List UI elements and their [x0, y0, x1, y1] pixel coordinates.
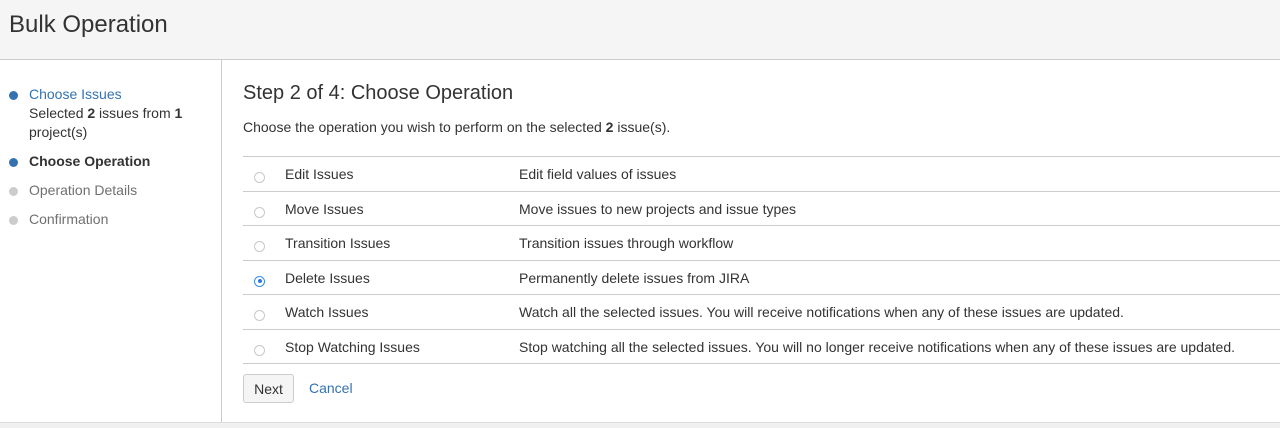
operation-name: Delete Issues	[285, 269, 370, 286]
operation-name: Watch Issues	[285, 304, 369, 320]
operation-row-watch[interactable]: Watch Issues Watch all the selected issu…	[243, 295, 1280, 330]
operation-radio-selected[interactable]	[254, 275, 265, 287]
operation-radio[interactable]	[254, 310, 265, 321]
step-pending-dot-icon	[9, 216, 18, 225]
step-pending-dot-icon	[9, 187, 18, 196]
step-selection-summary: Selected 2 issues from 1 project(s)	[29, 105, 183, 140]
page-title: Bulk Operation	[9, 11, 168, 38]
operation-name: Edit Issues	[285, 166, 354, 182]
operation-radio[interactable]	[254, 241, 265, 252]
operation-row-edit[interactable]: Edit Issues Edit field values of issues	[243, 157, 1280, 192]
next-button[interactable]: Next	[243, 374, 294, 403]
page-header: Bulk Operation	[0, 0, 1280, 60]
step-choose-operation-label: Choose Operation	[29, 153, 151, 169]
step-operation-details-label: Operation Details	[29, 182, 138, 198]
operation-description: Transition issues through workflow	[519, 235, 734, 251]
operation-row-delete[interactable]: Delete Issues Permanently delete issues …	[243, 261, 1280, 295]
cancel-link[interactable]: Cancel	[309, 380, 353, 396]
main-content: Step 2 of 4: Choose Operation Choose the…	[223, 60, 1280, 422]
operation-row-move[interactable]: Move Issues Move issues to new projects …	[243, 192, 1280, 226]
operations-table: Edit Issues Edit field values of issues …	[243, 156, 1280, 364]
operation-description: Move issues to new projects and issue ty…	[519, 200, 797, 217]
operation-name: Transition Issues	[285, 235, 391, 251]
wizard-steps-sidebar: Choose Issues Selected 2 issues from 1 p…	[0, 60, 222, 422]
operation-description: Edit field values of issues	[519, 166, 677, 182]
operation-name: Move Issues	[285, 200, 364, 217]
operation-row-transition[interactable]: Transition Issues Transition issues thro…	[243, 226, 1280, 261]
operation-description: Permanently delete issues from JIRA	[519, 269, 750, 286]
operation-name: Stop Watching Issues	[285, 338, 420, 355]
operation-row-stop-watching[interactable]: Stop Watching Issues Stop watching all t…	[243, 330, 1280, 364]
operation-radio[interactable]	[254, 172, 265, 183]
operation-description: Watch all the selected issues. You will …	[519, 304, 1124, 320]
step-confirmation-label: Confirmation	[29, 211, 109, 227]
operation-radio[interactable]	[254, 206, 265, 218]
step-description: Choose the operation you wish to perform…	[243, 119, 671, 135]
step-current-dot-icon	[9, 158, 18, 167]
step-completed-dot-icon	[9, 91, 18, 100]
step-title: Step 2 of 4: Choose Operation	[243, 82, 514, 104]
page-footer	[0, 422, 1280, 428]
step-choose-issues-link[interactable]: Choose Issues	[29, 85, 122, 104]
operation-radio[interactable]	[254, 344, 265, 356]
operation-description: Stop watching all the selected issues. Y…	[519, 338, 1235, 355]
